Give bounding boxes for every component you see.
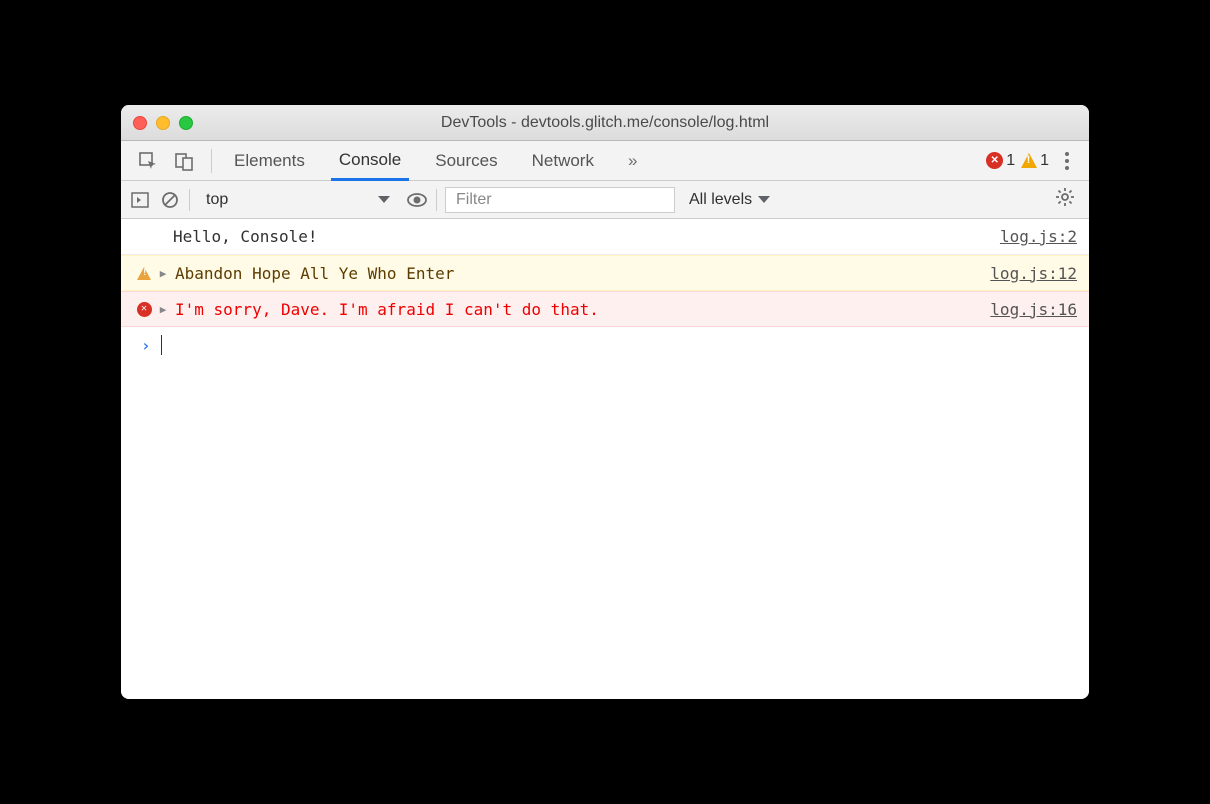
- error-icon: ✕: [133, 302, 155, 317]
- maximize-button[interactable]: [179, 116, 193, 130]
- inspect-tools: [131, 150, 201, 172]
- window-title: DevTools - devtools.glitch.me/console/lo…: [121, 114, 1089, 132]
- device-toggle-icon[interactable]: [173, 150, 195, 172]
- tabbar-right: ✕ 1 1: [986, 152, 1079, 170]
- warning-icon: [133, 267, 155, 280]
- chevron-down-icon: [758, 196, 770, 203]
- tab-elements[interactable]: Elements: [226, 141, 313, 180]
- devtools-window: DevTools - devtools.glitch.me/console/lo…: [121, 105, 1089, 699]
- titlebar: DevTools - devtools.glitch.me/console/lo…: [121, 105, 1089, 141]
- message-text: Hello, Console!: [133, 227, 1000, 246]
- execution-context-select[interactable]: top: [198, 188, 398, 212]
- warning-count: 1: [1040, 152, 1049, 170]
- expand-arrow-icon[interactable]: ▶: [155, 267, 171, 280]
- window-controls: [133, 116, 193, 130]
- log-levels-select[interactable]: All levels: [683, 191, 776, 209]
- console-settings-icon[interactable]: [1049, 187, 1081, 212]
- message-source-link[interactable]: log.js:12: [990, 264, 1077, 283]
- text-cursor: [161, 335, 162, 355]
- sidebar-toggle-icon[interactable]: [129, 189, 151, 211]
- clear-console-icon[interactable]: [159, 189, 181, 211]
- warning-count-badge[interactable]: 1: [1021, 152, 1049, 170]
- expand-arrow-icon[interactable]: ▶: [155, 303, 171, 316]
- main-tabbar: Elements Console Sources Network » ✕ 1 1: [121, 141, 1089, 181]
- tabs-overflow-icon[interactable]: »: [620, 141, 645, 180]
- console-output: Hello, Console! log.js:2 ▶ Abandon Hope …: [121, 219, 1089, 699]
- error-icon: ✕: [986, 152, 1003, 169]
- context-label: top: [206, 191, 228, 209]
- error-count: 1: [1006, 152, 1015, 170]
- message-text: Abandon Hope All Ye Who Enter: [171, 264, 990, 283]
- error-count-badge[interactable]: ✕ 1: [986, 152, 1015, 170]
- settings-menu-icon[interactable]: [1055, 152, 1079, 170]
- tab-network[interactable]: Network: [524, 141, 602, 180]
- inspect-element-icon[interactable]: [137, 150, 159, 172]
- prompt-caret-icon: ›: [141, 336, 151, 355]
- message-source-link[interactable]: log.js:16: [990, 300, 1077, 319]
- tab-console[interactable]: Console: [331, 141, 409, 181]
- tab-sources[interactable]: Sources: [427, 141, 505, 180]
- separator: [211, 149, 212, 173]
- close-button[interactable]: [133, 116, 147, 130]
- console-message-warn[interactable]: ▶ Abandon Hope All Ye Who Enter log.js:1…: [121, 255, 1089, 291]
- console-prompt[interactable]: ›: [121, 327, 1089, 363]
- console-message-log[interactable]: Hello, Console! log.js:2: [121, 219, 1089, 255]
- live-expression-icon[interactable]: [406, 189, 428, 211]
- filter-input[interactable]: [445, 187, 675, 213]
- panel-tabs: Elements Console Sources Network »: [226, 141, 645, 180]
- separator: [436, 189, 437, 211]
- levels-label: All levels: [689, 191, 752, 209]
- console-message-error[interactable]: ✕ ▶ I'm sorry, Dave. I'm afraid I can't …: [121, 291, 1089, 327]
- message-text: I'm sorry, Dave. I'm afraid I can't do t…: [171, 300, 990, 319]
- message-source-link[interactable]: log.js:2: [1000, 227, 1077, 246]
- chevron-down-icon: [378, 196, 390, 203]
- minimize-button[interactable]: [156, 116, 170, 130]
- console-toolbar: top All levels: [121, 181, 1089, 219]
- warning-icon: [1021, 153, 1037, 168]
- separator: [189, 189, 190, 211]
